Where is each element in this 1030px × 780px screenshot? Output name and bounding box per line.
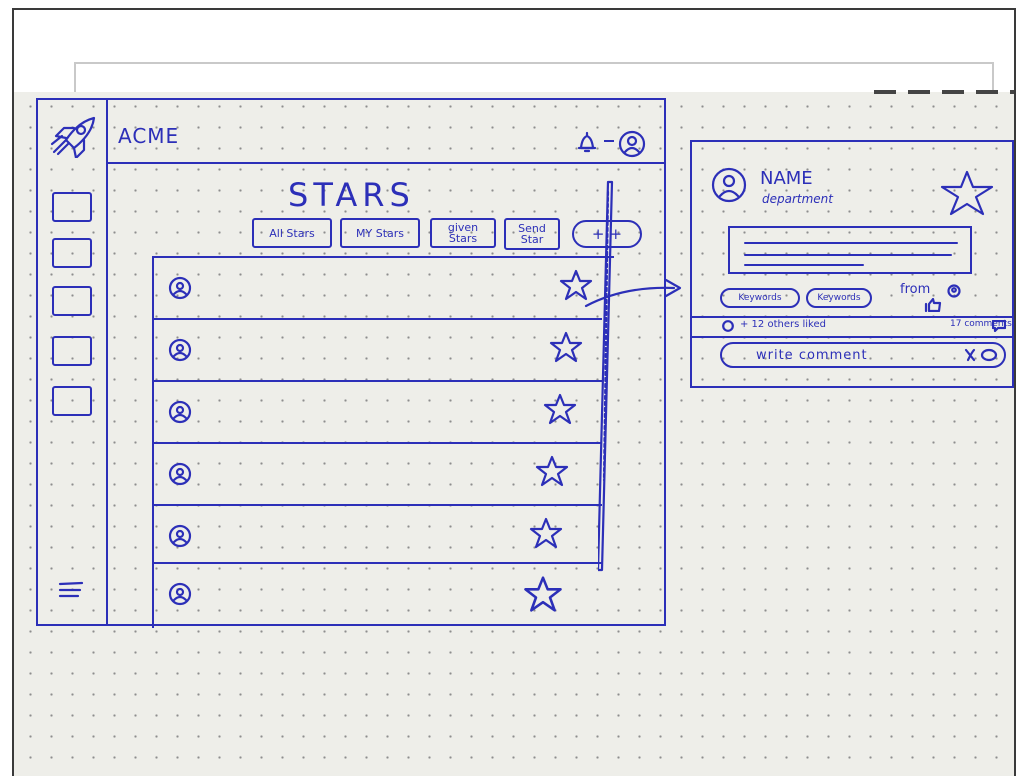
list-item[interactable] — [154, 506, 602, 564]
message-text-line — [744, 242, 958, 244]
star-icon[interactable] — [548, 330, 584, 364]
left-sidebar — [38, 100, 108, 624]
message-text-line — [744, 254, 952, 256]
tab-all-stars[interactable]: All Stars — [252, 218, 332, 248]
sidebar-item-4[interactable] — [52, 336, 92, 366]
recipient-department: department — [762, 192, 833, 206]
star-icon[interactable] — [938, 168, 996, 218]
avatar-icon — [168, 524, 192, 548]
list-item[interactable] — [154, 258, 602, 320]
rocket-icon[interactable] — [48, 114, 98, 158]
star-icon[interactable] — [528, 516, 564, 550]
message-text-line — [744, 264, 864, 266]
sender-avatar-icon[interactable] — [710, 166, 748, 204]
list-item[interactable] — [154, 444, 602, 506]
profile-avatar-icon[interactable] — [618, 130, 646, 158]
page-title: STARS — [288, 176, 415, 214]
send-icon[interactable] — [980, 348, 998, 362]
paper-edge-dashes — [874, 90, 1014, 94]
screenshot-frame: ACME STARS All Stars MY Stars given Star… — [12, 8, 1016, 776]
sidebar-item-1[interactable] — [52, 192, 92, 222]
card-divider — [692, 336, 1012, 338]
sidebar-item-5[interactable] — [52, 386, 92, 416]
likes-summary[interactable]: + 12 others liked — [740, 319, 826, 330]
list-item[interactable] — [154, 382, 602, 444]
tab-send-star[interactable]: Send Star — [504, 218, 560, 250]
emoji-icon[interactable] — [962, 348, 978, 362]
star-message — [728, 226, 972, 274]
avatar-icon — [168, 338, 192, 362]
liker-avatar-icon — [722, 320, 734, 332]
keyword-tag[interactable]: Keywords — [720, 288, 800, 308]
tab-my-stars[interactable]: MY Stars — [340, 218, 420, 248]
sender-avatar-icon[interactable] — [947, 284, 961, 298]
star-icon[interactable] — [542, 392, 578, 426]
brand-name: ACME — [118, 124, 180, 148]
list-item[interactable] — [154, 564, 602, 626]
hamburger-menu-icon[interactable] — [56, 578, 86, 602]
bell-icon[interactable] — [576, 130, 598, 154]
sidebar-item-2[interactable] — [52, 238, 92, 268]
stars-list — [152, 256, 614, 628]
list-item[interactable] — [154, 320, 602, 382]
card-divider — [692, 316, 1012, 318]
like-icon[interactable] — [924, 298, 944, 312]
app-wireframe: ACME STARS All Stars MY Stars given Star… — [36, 98, 666, 628]
header-separator — [604, 140, 614, 142]
tab-given-stars[interactable]: given Stars — [430, 218, 496, 248]
recipient-name: NAME — [760, 168, 813, 189]
star-detail-card: NAME department Keywords Keywords from +… — [690, 140, 1014, 388]
keyword-tag[interactable]: Keywords — [806, 288, 872, 308]
star-icon[interactable] — [522, 574, 564, 614]
avatar-icon — [168, 462, 192, 486]
avatar-icon — [168, 582, 192, 606]
header-divider — [108, 162, 666, 164]
from-label: from — [900, 282, 931, 297]
avatar-icon — [168, 400, 192, 424]
sidebar-item-3[interactable] — [52, 286, 92, 316]
star-icon[interactable] — [534, 454, 570, 488]
browser-topbar — [74, 62, 994, 94]
scrollbar[interactable] — [598, 180, 614, 572]
comment-icon[interactable] — [992, 320, 1006, 332]
avatar-icon — [168, 276, 192, 300]
flow-arrow — [584, 278, 682, 308]
